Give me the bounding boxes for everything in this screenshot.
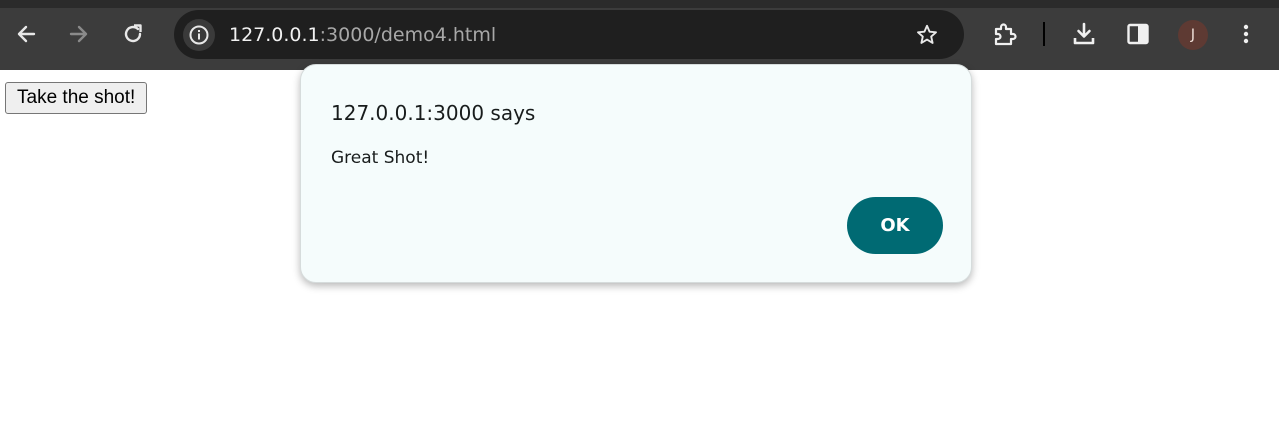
reload-button[interactable] xyxy=(116,17,150,51)
dialog-title: 127.0.0.1:3000 says xyxy=(331,101,536,125)
star-icon xyxy=(917,24,937,44)
puzzle-piece-icon xyxy=(994,23,1017,46)
forward-arrow-icon xyxy=(69,25,88,43)
side-panel-icon xyxy=(1127,23,1149,45)
browser-menu-button[interactable] xyxy=(1229,17,1263,51)
forward-button[interactable] xyxy=(62,17,96,51)
bookmark-star-button[interactable] xyxy=(914,22,940,48)
ok-button[interactable]: OK xyxy=(847,197,943,254)
back-arrow-icon xyxy=(17,25,36,43)
profile-avatar[interactable]: J xyxy=(1178,20,1208,50)
url-host: 127.0.0.1 xyxy=(229,24,320,46)
extensions-button[interactable] xyxy=(988,17,1022,51)
tab-strip xyxy=(0,0,1279,8)
browser-toolbar: 127.0.0.1:3000/demo4.html J xyxy=(0,0,1279,70)
downloads-button[interactable] xyxy=(1067,17,1101,51)
download-icon xyxy=(1073,22,1095,45)
info-icon xyxy=(189,25,209,45)
address-bar[interactable]: 127.0.0.1:3000/demo4.html xyxy=(174,10,964,59)
reload-icon xyxy=(124,24,142,43)
more-vertical-icon xyxy=(1243,24,1249,44)
back-button[interactable] xyxy=(9,17,43,51)
site-info-button[interactable] xyxy=(183,19,215,51)
url-path: :3000/demo4.html xyxy=(319,24,497,46)
dialog-message: Great Shot! xyxy=(331,148,430,168)
side-panel-button[interactable] xyxy=(1121,17,1155,51)
toolbar-divider xyxy=(1043,22,1045,46)
url-text[interactable]: 127.0.0.1:3000/demo4.html xyxy=(229,23,496,47)
take-the-shot-button[interactable]: Take the shot! xyxy=(5,82,148,114)
alert-dialog: 127.0.0.1:3000 says Great Shot! OK xyxy=(300,64,972,283)
